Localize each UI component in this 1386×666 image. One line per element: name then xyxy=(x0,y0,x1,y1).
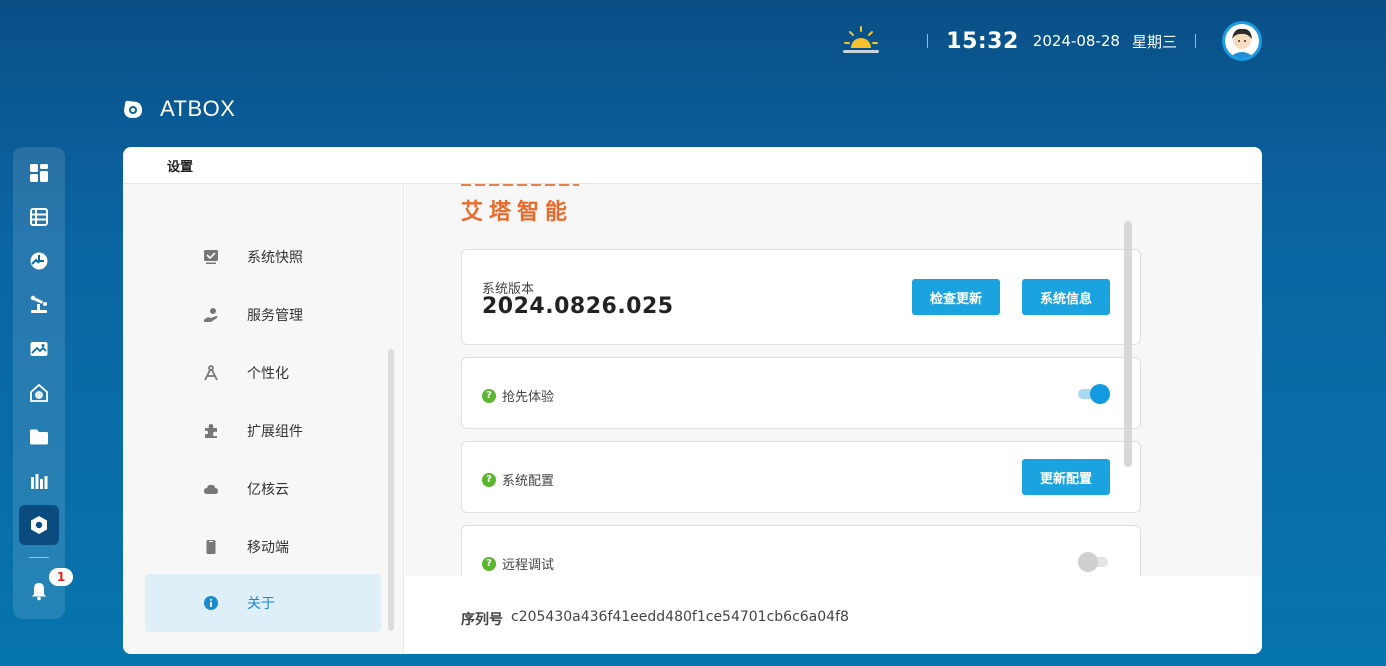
system-info-button[interactable]: 系统信息 xyxy=(1022,279,1110,315)
check-update-button[interactable]: 检查更新 xyxy=(912,279,1000,315)
early-access-label: 抢先体验 xyxy=(502,390,555,405)
nav-item-mobile[interactable]: 移动端 xyxy=(145,518,381,576)
compass-icon xyxy=(204,365,218,381)
notification-badge: 1 xyxy=(49,568,73,586)
monitor-icon[interactable] xyxy=(19,241,59,281)
nav-item-cloud[interactable]: 亿核云 xyxy=(145,460,381,518)
nav-item-label: 系统快照 xyxy=(247,250,303,266)
nav-item-label: 关于 xyxy=(247,596,275,612)
folder-icon[interactable] xyxy=(19,417,59,457)
cloud-icon xyxy=(204,484,218,494)
settings-window: 设置 系统快照 服务管理 个性化 扩展组件 亿核云 移动端 关于 艾塔智能 系统… xyxy=(123,147,1262,654)
dashboard-icon[interactable] xyxy=(19,153,59,193)
home-icon[interactable] xyxy=(19,373,59,413)
nav-item-label: 个性化 xyxy=(247,366,289,382)
puzzle-icon xyxy=(205,424,217,438)
robot-arm-icon[interactable] xyxy=(19,285,59,325)
divider xyxy=(927,34,929,48)
help-icon[interactable]: ? xyxy=(482,472,496,487)
sunrise-icon xyxy=(841,21,881,61)
early-access-toggle[interactable] xyxy=(1078,384,1110,404)
info-icon xyxy=(204,596,218,610)
brand-logo-fragment xyxy=(461,184,579,186)
service-icon xyxy=(204,308,218,322)
sidebar-scrollbar[interactable] xyxy=(388,349,394,631)
brand-name: ATBOX xyxy=(160,96,236,121)
settings-sidebar: 系统快照 服务管理 个性化 扩展组件 亿核云 移动端 关于 xyxy=(123,184,404,654)
clock-time: 15:32 xyxy=(946,28,1019,54)
nav-item-label: 移动端 xyxy=(247,540,289,556)
nav-item-label: 服务管理 xyxy=(247,308,303,324)
company-logo-text: 艾塔智能 xyxy=(461,200,574,225)
nav-item-label: 扩展组件 xyxy=(247,424,303,440)
serial-number-row: 序列号 c205430a436f41eedd480f1ce54701cb6c6a… xyxy=(461,609,849,629)
system-config-label: 系统配置 xyxy=(502,474,555,489)
atbox-logo-icon xyxy=(124,100,142,118)
help-icon[interactable]: ? xyxy=(482,388,496,403)
nav-item-snapshot[interactable]: 系统快照 xyxy=(145,228,381,286)
nav-item-about[interactable]: 关于 xyxy=(145,574,381,632)
about-panel: 艾塔智能 系统版本 2024.0826.025 检查更新 系统信息 ? 抢先体验… xyxy=(405,184,1262,576)
snapshot-icon xyxy=(204,250,218,264)
early-access-card: ? 抢先体验 xyxy=(461,357,1141,429)
divider xyxy=(1195,34,1196,48)
clock-weekday: 星期三 xyxy=(1131,32,1177,51)
serial-label: 序列号 xyxy=(461,612,503,628)
version-card: 系统版本 2024.0826.025 检查更新 系统信息 xyxy=(461,249,1141,345)
remote-debug-card: ? 远程调试 xyxy=(461,525,1141,576)
image-icon[interactable] xyxy=(19,329,59,369)
nav-item-service[interactable]: 服务管理 xyxy=(145,286,381,344)
nav-item-personalize[interactable]: 个性化 xyxy=(145,344,381,402)
list-icon[interactable] xyxy=(19,197,59,237)
system-config-card: ? 系统配置 更新配置 xyxy=(461,441,1141,513)
update-config-button[interactable]: 更新配置 xyxy=(1022,459,1110,495)
chart-icon[interactable] xyxy=(19,461,59,501)
help-icon[interactable]: ? xyxy=(482,556,496,571)
avatar[interactable] xyxy=(1222,21,1262,61)
nav-item-label: 亿核云 xyxy=(247,482,289,498)
window-title: 设置 xyxy=(123,147,1262,184)
nav-item-extensions[interactable]: 扩展组件 xyxy=(145,402,381,460)
mobile-icon xyxy=(206,540,216,554)
version-number: 2024.0826.025 xyxy=(482,294,674,319)
serial-value: c205430a436f41eedd480f1ce54701cb6c6a04f8 xyxy=(511,609,849,625)
remote-debug-toggle[interactable] xyxy=(1078,552,1110,572)
dock-divider xyxy=(29,557,49,558)
status-bar: 15:32 2024-08-28 星期三 xyxy=(841,18,1262,64)
app-brand: ATBOX xyxy=(122,96,235,122)
content-scrollbar[interactable] xyxy=(1124,221,1132,467)
remote-debug-label: 远程调试 xyxy=(502,558,555,573)
app-dock xyxy=(13,147,65,619)
settings-icon[interactable] xyxy=(19,505,59,545)
clock-date: 2024-08-28 xyxy=(1032,32,1120,50)
